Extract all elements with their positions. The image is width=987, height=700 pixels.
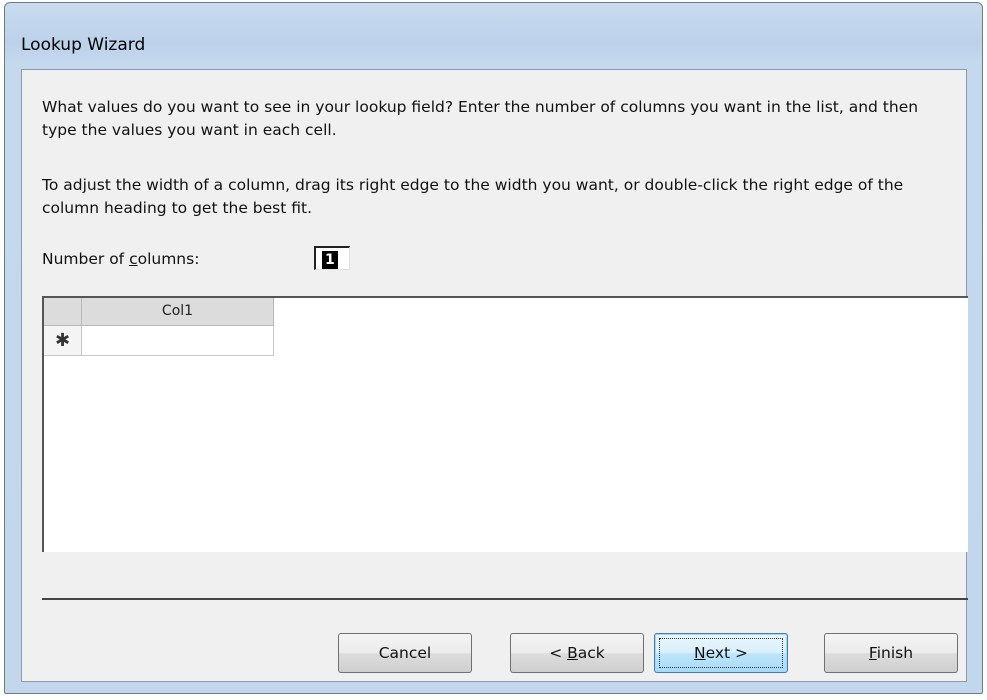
lookup-wizard-window: Lookup Wizard What values do you want to… [4,2,983,694]
next-button[interactable]: Next > [654,633,788,673]
grid-cell[interactable] [82,326,274,356]
window-title: Lookup Wizard [21,35,146,55]
instruction-text-1: What values do you want to see in your l… [42,98,919,139]
finish-button[interactable]: Finish [824,633,958,673]
new-record-row-selector[interactable]: ✱ [44,326,82,356]
number-of-columns-label: Number of columns: [42,250,200,268]
number-of-columns-input[interactable]: 1 [314,246,350,270]
grid-corner [44,298,82,326]
column-header-col1[interactable]: Col1 [82,298,274,326]
lookup-values-grid[interactable]: Col1 ✱ [42,296,968,552]
back-button[interactable]: < Back [510,633,644,673]
mnemonic-c: c [129,250,138,268]
cancel-button[interactable]: Cancel [338,633,472,673]
number-of-columns-value: 1 [322,251,338,269]
title-bar[interactable] [5,3,982,43]
wizard-content-panel: What values do you want to see in your l… [21,69,968,682]
instruction-text-2: To adjust the width of a column, drag it… [42,176,904,217]
separator-line [42,598,968,600]
